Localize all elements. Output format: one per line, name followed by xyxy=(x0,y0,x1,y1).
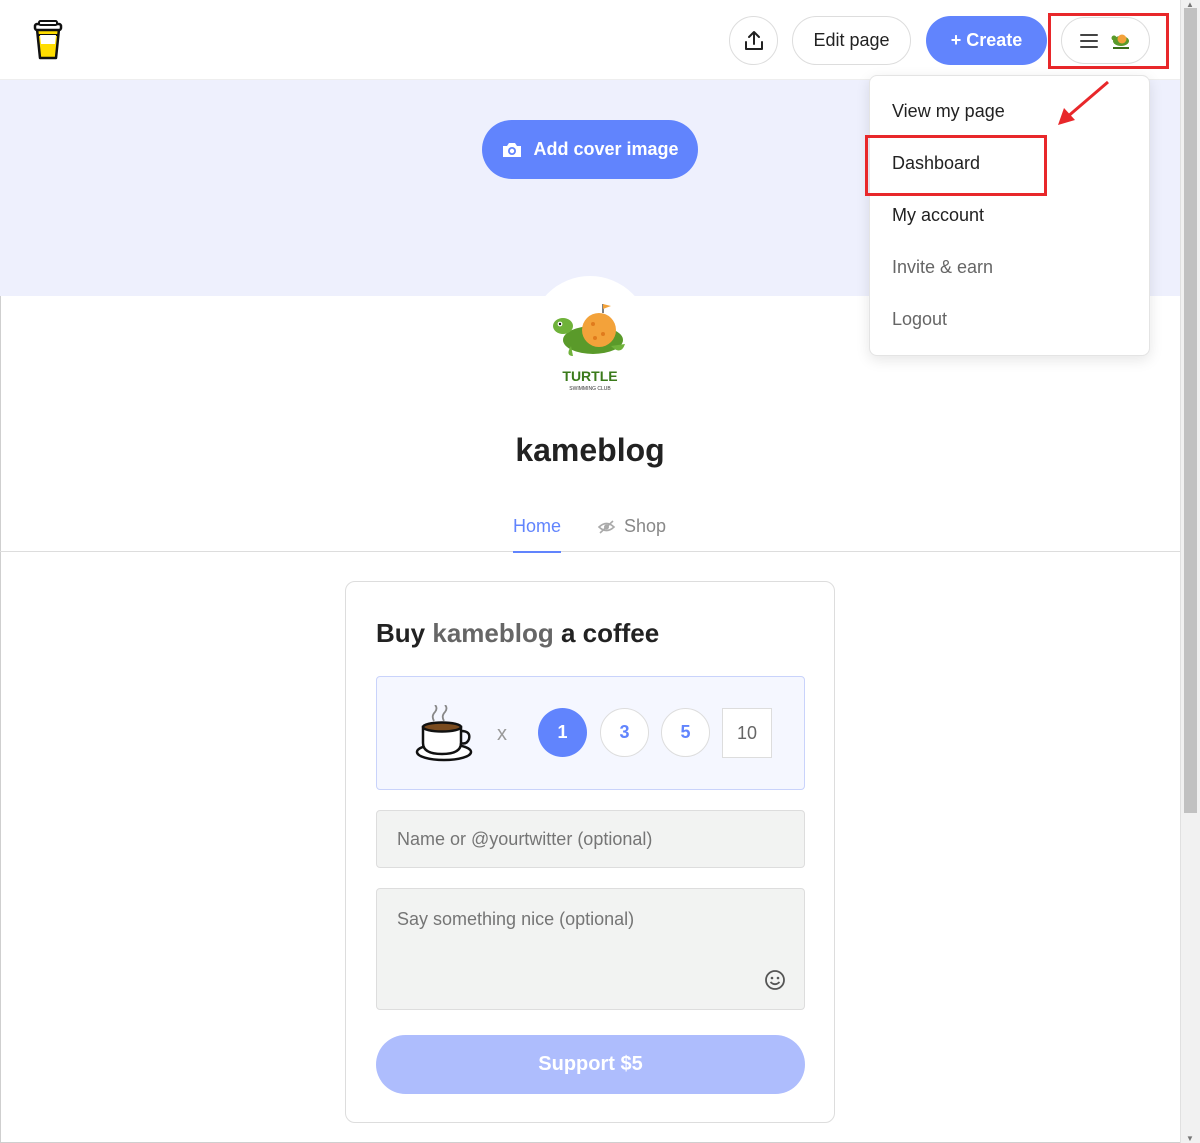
buymeacoffee-logo-icon[interactable] xyxy=(33,20,63,60)
share-icon xyxy=(744,30,763,50)
tab-shop-label: Shop xyxy=(624,516,667,536)
avatar-subtitle: SWIMMING CLUB xyxy=(569,386,611,392)
menu-item-view-my-page[interactable]: View my page xyxy=(892,101,1005,122)
highlight-box-dashboard xyxy=(865,135,1047,196)
quantity-option-1[interactable]: 1 xyxy=(538,708,587,757)
quantity-selector: x 1 3 5 10 xyxy=(376,676,805,790)
quantity-option-5[interactable]: 5 xyxy=(661,708,710,757)
camera-icon xyxy=(503,142,522,157)
quantity-option-3[interactable]: 3 xyxy=(600,708,649,757)
coffee-cup-icon xyxy=(415,705,473,762)
times-label: x xyxy=(497,723,507,745)
scroll-down-icon[interactable]: ▼ xyxy=(1186,1134,1194,1143)
support-button[interactable]: Support $5 xyxy=(376,1035,805,1094)
title-name: kameblog xyxy=(432,618,554,648)
support-title: Buy kameblog a coffee xyxy=(376,618,659,649)
name-input[interactable] xyxy=(376,810,805,868)
menu-item-logout[interactable]: Logout xyxy=(892,309,947,330)
tab-shop[interactable]: Shop xyxy=(597,516,666,537)
scrollbar-thumb[interactable] xyxy=(1184,8,1197,813)
avatar-title: TURTLE xyxy=(562,368,617,384)
page-tabs: Home Shop xyxy=(0,510,1180,553)
add-cover-image-button[interactable]: Add cover image xyxy=(482,120,698,179)
custom-quantity-input[interactable]: 10 xyxy=(722,708,772,758)
add-cover-label: Add cover image xyxy=(533,139,679,159)
menu-item-invite-earn[interactable]: Invite & earn xyxy=(892,257,993,278)
avatar[interactable]: TURTLE SWIMMING CLUB xyxy=(545,300,635,395)
highlight-box-menu xyxy=(1048,13,1169,69)
tab-home[interactable]: Home xyxy=(513,516,562,553)
menu-item-my-account[interactable]: My account xyxy=(892,205,984,226)
support-card: Buy kameblog a coffee x 1 3 5 10 Support… xyxy=(345,581,835,1123)
annotation-arrow-icon xyxy=(1058,80,1109,125)
page-scrollbar[interactable]: ▲ ▼ xyxy=(1180,0,1200,1143)
edit-page-button[interactable]: Edit page xyxy=(792,16,911,65)
page-title: kameblog xyxy=(515,432,665,468)
title-prefix: Buy xyxy=(376,618,426,648)
title-suffix: a coffee xyxy=(560,618,660,648)
message-input[interactable] xyxy=(376,888,805,1010)
share-button[interactable] xyxy=(729,16,778,65)
eye-slash-icon xyxy=(597,519,616,534)
emoji-icon[interactable] xyxy=(764,969,786,991)
top-header: Edit page + Create xyxy=(0,0,1180,80)
create-button[interactable]: + Create xyxy=(926,16,1047,65)
